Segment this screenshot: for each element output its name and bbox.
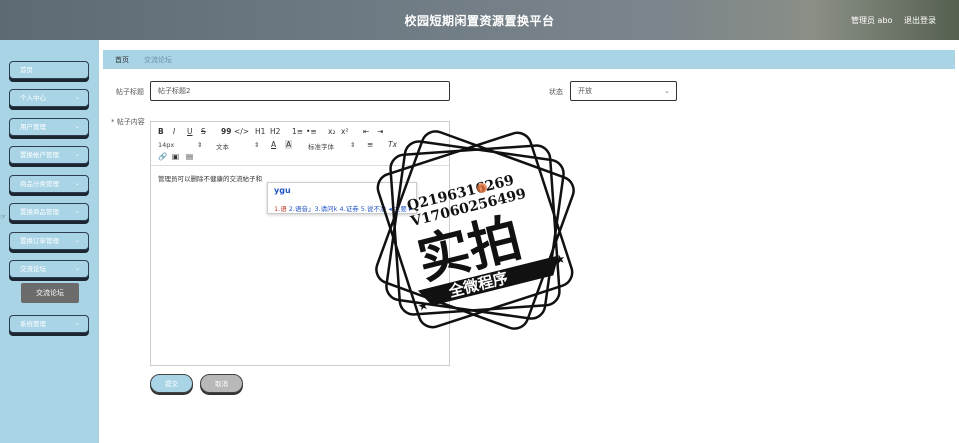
sidebar-item-home[interactable]: 首页	[9, 61, 89, 79]
sidebar-item-label: 用户管理	[20, 123, 46, 131]
chevron-down-icon: ⌄	[74, 208, 80, 215]
sidebar-item-label: 置换订单管理	[20, 237, 59, 245]
sidebar-item-label: 置换帐户管理	[20, 151, 59, 159]
cursor-marker: ☞	[0, 213, 7, 221]
chevron-down-icon: ⌄	[74, 94, 80, 101]
cancel-button[interactable]: 取消	[200, 374, 243, 393]
watermark-stamp: Q2196316269 V17060256499 实拍 全微程序 ★ ★	[375, 130, 575, 330]
strike-button[interactable]: S	[201, 127, 206, 136]
chevron-down-icon: ⌄	[74, 237, 80, 244]
sidebar-item-label: 首页	[20, 66, 33, 74]
ime-pinyin: ygu	[274, 186, 291, 195]
sidebar: 首页 个人中心 ⌄ 用户管理 ⌄ 置换帐户管理 ⌄ ☞ 商品分类管理 ⌄ 置换商…	[0, 40, 99, 443]
chevron-down-icon: ⌄	[74, 320, 80, 327]
chevron-updown-icon: ⇕	[254, 141, 260, 149]
top-header: 校园短期闲置资源置换平台 管理员 abo 退出登录	[0, 0, 959, 40]
underline-button[interactable]: U	[187, 127, 193, 136]
code-button[interactable]: </>	[234, 127, 249, 136]
sidebar-item-label: 交流论坛	[20, 265, 46, 273]
font-color-button[interactable]: A	[271, 140, 276, 149]
cursor-highlight-icon	[477, 183, 487, 193]
chevron-down-icon: ⌄	[74, 151, 80, 158]
ordered-list-button[interactable]: 1≡	[292, 127, 303, 136]
video-icon[interactable]: ▤	[186, 152, 193, 161]
sidebar-item-label: 商品分类管理	[20, 180, 59, 188]
star-icon: ★	[553, 251, 567, 267]
sidebar-item-categories[interactable]: 商品分类管理 ⌄	[9, 175, 89, 193]
content-label: * 帖子内容	[111, 118, 145, 126]
sidebar-item-orders[interactable]: 置换订单管理 ⌄	[9, 232, 89, 250]
status-label: 状态	[549, 88, 563, 96]
sidebar-item-accounts[interactable]: 置换帐户管理 ⌄	[9, 146, 89, 164]
chevron-updown-icon: ⇕	[197, 141, 203, 149]
sidebar-item-label: 置换商品管理	[20, 208, 59, 216]
sidebar-item-label: 个人中心	[20, 94, 46, 102]
current-user: 管理员 abo	[851, 16, 893, 25]
sidebar-item-products[interactable]: 置换商品管理 ⌄	[9, 203, 89, 221]
bullet-list-button[interactable]: •≡	[306, 127, 317, 136]
logout-link[interactable]: 退出登录	[904, 15, 936, 26]
italic-button[interactable]: I	[173, 127, 175, 136]
superscript-button[interactable]: x²	[341, 127, 348, 136]
breadcrumb: 首页 交流论坛	[103, 50, 955, 69]
h1-button[interactable]: H1	[255, 127, 265, 136]
status-select[interactable]: 开放 ⌄	[570, 81, 677, 101]
chevron-down-icon: ⌄	[74, 265, 80, 272]
sidebar-subitem-forum[interactable]: 交流论坛	[21, 283, 79, 303]
h2-button[interactable]: H2	[270, 127, 280, 136]
sidebar-item-label: 系统管理	[20, 320, 46, 328]
sidebar-item-forum[interactable]: 交流论坛 ⌄	[9, 260, 89, 278]
title-label: 帖子标题	[116, 88, 144, 96]
chevron-updown-icon: ⇕	[350, 141, 356, 149]
link-icon[interactable]: 🔗	[158, 152, 167, 161]
font-size-select[interactable]: 14px	[158, 141, 174, 149]
breadcrumb-current: 交流论坛	[144, 56, 172, 64]
text-type-select[interactable]: 文本	[216, 141, 229, 151]
breadcrumb-home[interactable]: 首页	[115, 55, 129, 65]
sidebar-item-users[interactable]: 用户管理 ⌄	[9, 118, 89, 136]
submit-button[interactable]: 提交	[150, 374, 193, 393]
subscript-button[interactable]: x₂	[328, 127, 335, 136]
app-title: 校园短期闲置资源置换平台	[404, 14, 555, 28]
chevron-down-icon: ⌄	[74, 123, 80, 130]
chevron-down-icon: ⌄	[664, 87, 670, 95]
ime-candidate-first[interactable]: 1.语	[274, 205, 287, 213]
title-input[interactable]: 帖子标题2	[150, 81, 450, 101]
editor-content[interactable]: 管理员可以删除不健康的交流帖子和	[158, 173, 262, 183]
status-select-value: 开放	[578, 87, 592, 95]
sidebar-item-system[interactable]: 系统管理 ⌄	[9, 315, 89, 333]
background-color-button[interactable]: A	[285, 140, 293, 149]
chevron-down-icon: ⌄	[74, 180, 80, 187]
sidebar-item-profile[interactable]: 个人中心 ⌄	[9, 89, 89, 107]
font-family-select[interactable]: 标准字体	[308, 141, 334, 151]
quote-button[interactable]: 99	[221, 127, 231, 136]
bold-button[interactable]: B	[158, 127, 164, 136]
image-icon[interactable]: ▣	[172, 152, 179, 161]
